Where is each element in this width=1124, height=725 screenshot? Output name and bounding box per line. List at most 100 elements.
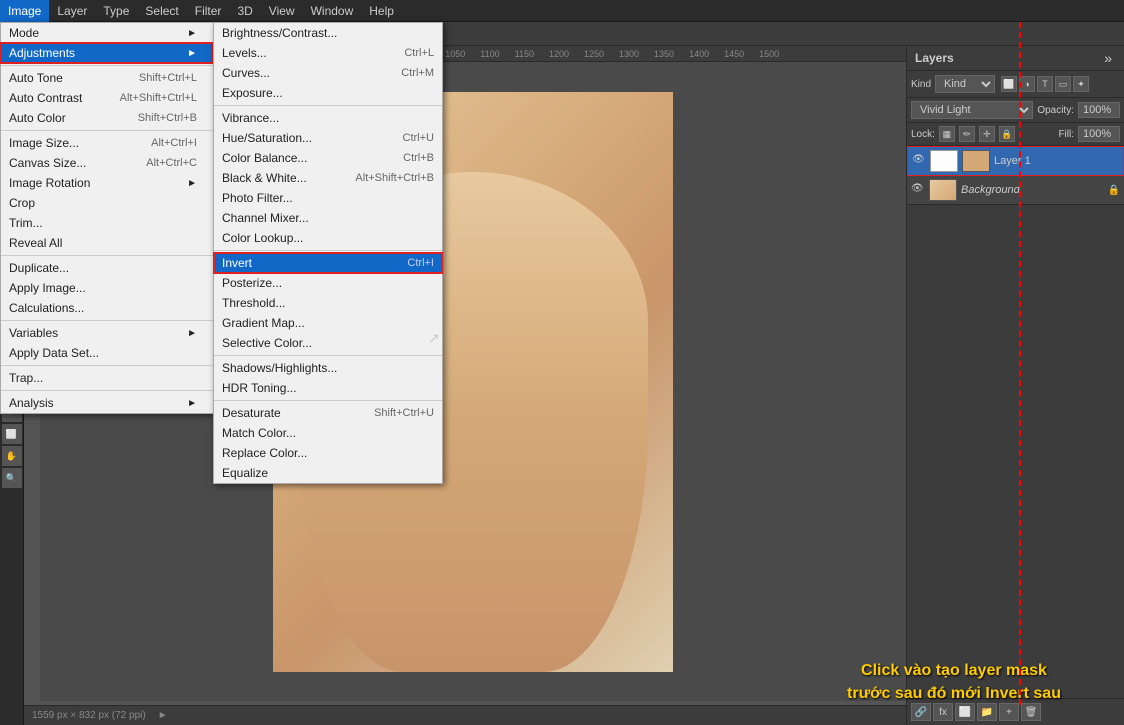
menu-item-image[interactable]: Image xyxy=(0,0,49,22)
lock-all-icon[interactable]: 🔒 xyxy=(999,126,1015,142)
footer-icons: 🔗 fx ⬜ 📁 + 🗑 xyxy=(911,703,1041,721)
menu-adjustments[interactable]: Adjustments ► xyxy=(1,43,213,63)
adj-sep3 xyxy=(214,355,442,356)
lock-paint-icon[interactable]: ✏ xyxy=(959,126,975,142)
menu-auto-contrast[interactable]: Auto Contrast Alt+Shift+Ctrl+L xyxy=(1,88,213,108)
layer-filter-icons: ⬜ ◑ T ▭ ✦ xyxy=(1001,76,1089,92)
menu-threshold[interactable]: Threshold... xyxy=(214,293,442,313)
tool-shape[interactable]: ⬜ xyxy=(2,424,22,444)
menu-posterize[interactable]: Posterize... xyxy=(214,273,442,293)
layer-visibility-bg[interactable]: 👁 xyxy=(911,183,925,197)
lock-move-icon[interactable]: ✛ xyxy=(979,126,995,142)
variables-arrow: ► xyxy=(187,328,197,339)
add-style-btn[interactable]: fx xyxy=(933,703,953,721)
menu-exposure[interactable]: Exposure... xyxy=(214,83,442,103)
menu-apply-dataset[interactable]: Apply Data Set... xyxy=(1,343,213,363)
filter-shape-icon[interactable]: ▭ xyxy=(1055,76,1071,92)
layer-row-bg[interactable]: 👁 Background 🔒 xyxy=(907,176,1124,205)
menu-channel-mixer[interactable]: Channel Mixer... xyxy=(214,208,442,228)
link-layers-btn[interactable]: 🔗 xyxy=(911,703,931,721)
menu-match-color[interactable]: Match Color... xyxy=(214,423,442,443)
filter-pixel-icon[interactable]: ⬜ xyxy=(1001,76,1017,92)
menu-equalize[interactable]: Equalize xyxy=(214,463,442,483)
mode-arrow: ► xyxy=(187,28,197,39)
filter-smart-icon[interactable]: ✦ xyxy=(1073,76,1089,92)
menu-levels[interactable]: Levels... Ctrl+L xyxy=(214,43,442,63)
menu-desaturate[interactable]: Desaturate Shift+Ctrl+U xyxy=(214,403,442,423)
menu-black-white[interactable]: Black & White... Alt+Shift+Ctrl+B xyxy=(214,168,442,188)
menu-photo-filter[interactable]: Photo Filter... xyxy=(214,188,442,208)
tool-zoom[interactable]: 🔍 xyxy=(2,468,22,488)
fill-label: Fill: xyxy=(1058,129,1074,140)
new-group-btn[interactable]: 📁 xyxy=(977,703,997,721)
tool-hand[interactable]: ✋ xyxy=(2,446,22,466)
menu-color-balance[interactable]: Color Balance... Ctrl+B xyxy=(214,148,442,168)
filter-adjust-icon[interactable]: ◑ xyxy=(1019,76,1035,92)
menu-analysis[interactable]: Analysis ► xyxy=(1,393,213,413)
layer-visibility-1[interactable]: 👁 xyxy=(912,154,926,168)
menu-canvas-size[interactable]: Canvas Size... Alt+Ctrl+C xyxy=(1,153,213,173)
menu-trim[interactable]: Trim... xyxy=(1,213,213,233)
menu-crop[interactable]: Crop xyxy=(1,193,213,213)
layer-name-bg: Background xyxy=(961,184,1104,196)
menu-auto-color[interactable]: Auto Color Shift+Ctrl+B xyxy=(1,108,213,128)
menu-reveal-all[interactable]: Reveal All xyxy=(1,233,213,253)
opacity-input[interactable] xyxy=(1078,102,1120,118)
layer-kind-row: Kind Kind ⬜ ◑ T ▭ ✦ xyxy=(907,71,1124,98)
blend-mode-dropdown[interactable]: Vivid Light xyxy=(911,101,1033,119)
menu-bar: Image Layer Type Select Filter 3D View W… xyxy=(0,0,1124,22)
rotation-arrow: ► xyxy=(187,178,197,189)
menu-item-3d[interactable]: 3D xyxy=(229,0,260,22)
status-arrow[interactable]: ► xyxy=(158,710,168,721)
new-layer-btn[interactable]: + xyxy=(999,703,1019,721)
menu-shadows-highlights[interactable]: Shadows/Highlights... xyxy=(214,358,442,378)
sep6 xyxy=(1,390,213,391)
lock-transparent-icon[interactable]: ▦ xyxy=(939,126,955,142)
menu-gradient-map[interactable]: Gradient Map... xyxy=(214,313,442,333)
right-panel: Layers » Kind Kind ⬜ ◑ T ▭ ✦ Vivid Light xyxy=(906,46,1124,725)
expand-button[interactable]: » xyxy=(1100,50,1116,66)
adj-sep1 xyxy=(214,105,442,106)
menu-item-filter[interactable]: Filter xyxy=(187,0,230,22)
menu-item-window[interactable]: Window xyxy=(303,0,362,22)
menu-brightness[interactable]: Brightness/Contrast... xyxy=(214,23,442,43)
sep5 xyxy=(1,365,213,366)
layer-name-1: Layer 1 xyxy=(994,155,1119,167)
menu-invert[interactable]: Invert Ctrl+I xyxy=(214,253,442,273)
menu-item-view[interactable]: View xyxy=(261,0,303,22)
menu-image-size[interactable]: Image Size... Alt+Ctrl+I xyxy=(1,133,213,153)
menu-apply-image[interactable]: Apply Image... xyxy=(1,278,213,298)
menu-color-lookup[interactable]: Color Lookup... xyxy=(214,228,442,248)
menu-item-type[interactable]: Type xyxy=(95,0,137,22)
lock-label: Lock: xyxy=(911,129,935,140)
opacity-label: Opacity: xyxy=(1037,105,1074,116)
menu-variables[interactable]: Variables ► xyxy=(1,323,213,343)
layer-row-1[interactable]: 👁 Layer 1 xyxy=(907,146,1124,176)
layer-thumb-bg xyxy=(929,179,957,201)
menu-hue-sat[interactable]: Hue/Saturation... Ctrl+U xyxy=(214,128,442,148)
menu-image-rotation[interactable]: Image Rotation ► xyxy=(1,173,213,193)
adjustments-submenu: Brightness/Contrast... Levels... Ctrl+L … xyxy=(213,22,443,484)
menu-curves[interactable]: Curves... Ctrl+M xyxy=(214,63,442,83)
adj-sep2 xyxy=(214,250,442,251)
menu-item-layer[interactable]: Layer xyxy=(49,0,95,22)
add-mask-btn[interactable]: ⬜ xyxy=(955,703,975,721)
menu-hdr-toning[interactable]: HDR Toning... xyxy=(214,378,442,398)
menu-duplicate[interactable]: Duplicate... xyxy=(1,258,213,278)
menu-replace-color[interactable]: Replace Color... xyxy=(214,443,442,463)
fill-input[interactable] xyxy=(1078,126,1120,142)
menu-mode[interactable]: Mode ► xyxy=(1,23,213,43)
menu-selective-color[interactable]: Selective Color... xyxy=(214,333,442,353)
delete-layer-btn[interactable]: 🗑 xyxy=(1021,703,1041,721)
menu-auto-tone[interactable]: Auto Tone Shift+Ctrl+L xyxy=(1,68,213,88)
menu-vibrance[interactable]: Vibrance... xyxy=(214,108,442,128)
kind-label: Kind xyxy=(911,79,931,90)
filter-type-icon[interactable]: T xyxy=(1037,76,1053,92)
kind-dropdown[interactable]: Kind xyxy=(935,75,995,93)
menu-item-select[interactable]: Select xyxy=(137,0,186,22)
analysis-arrow: ► xyxy=(187,398,197,409)
menu-item-help[interactable]: Help xyxy=(361,0,402,22)
menu-trap[interactable]: Trap... xyxy=(1,368,213,388)
layer-thumb-mask xyxy=(930,150,958,172)
menu-calculations[interactable]: Calculations... xyxy=(1,298,213,318)
